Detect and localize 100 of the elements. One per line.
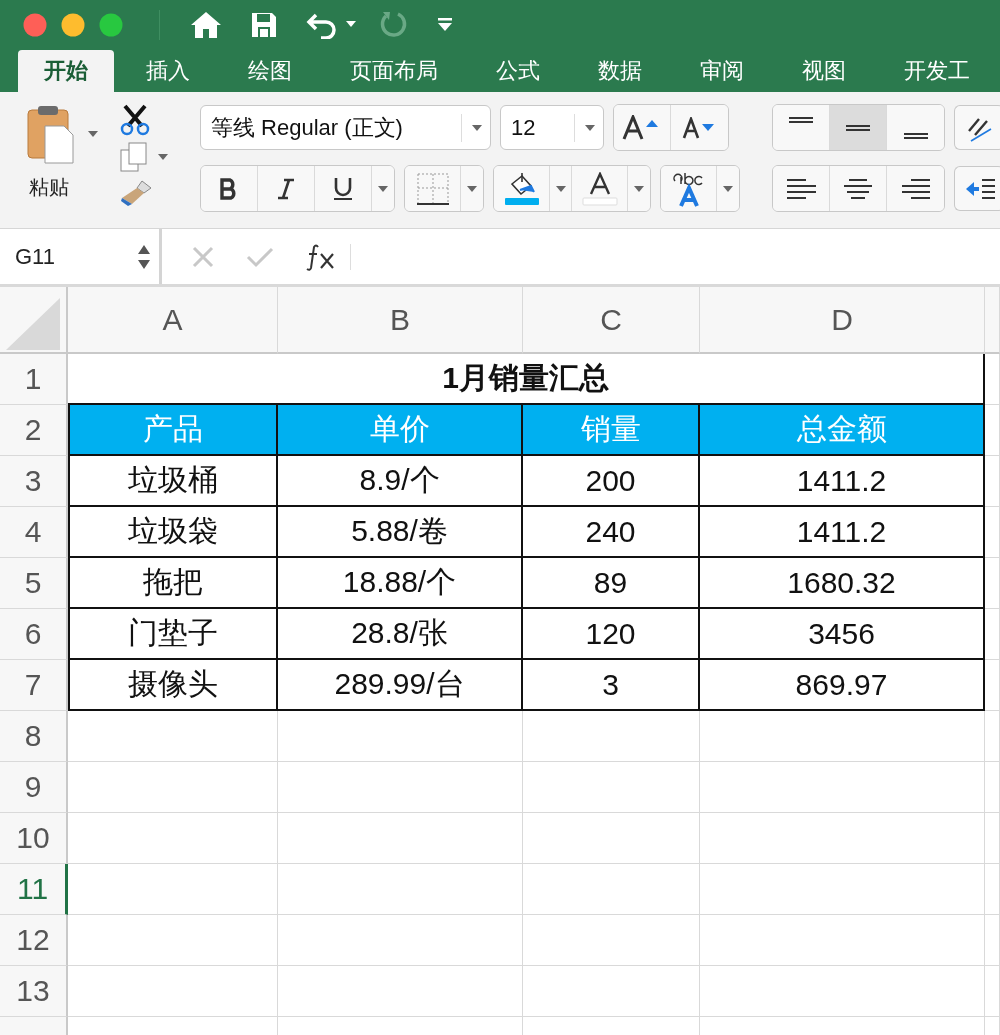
- column-heading-cell: 产品: [68, 405, 278, 456]
- empty-cell[interactable]: [700, 711, 985, 762]
- caret-icon[interactable]: [158, 153, 168, 161]
- ribbon-tab[interactable]: 审阅: [674, 50, 770, 92]
- empty-cell[interactable]: [700, 966, 985, 1017]
- ribbon-tab[interactable]: 开发工: [878, 50, 996, 92]
- fill-color-icon[interactable]: [494, 166, 550, 211]
- ribbon-tab[interactable]: 插入: [120, 50, 216, 92]
- empty-cell[interactable]: [985, 864, 1000, 915]
- table-cell: 1680.32: [700, 558, 985, 609]
- empty-cell[interactable]: [278, 864, 523, 915]
- row-header[interactable]: 9: [0, 762, 68, 813]
- row-header[interactable]: 3: [0, 456, 68, 507]
- empty-cell[interactable]: [985, 966, 1000, 1017]
- column-header[interactable]: C: [523, 287, 700, 354]
- empty-cell[interactable]: [985, 762, 1000, 813]
- name-box[interactable]: G11: [0, 229, 162, 284]
- empty-cell[interactable]: [523, 915, 700, 966]
- table-cell: 1411.2: [700, 507, 985, 558]
- paste-icon[interactable]: [26, 104, 74, 164]
- row-header[interactable]: 4: [0, 507, 68, 558]
- bold-icon[interactable]: [201, 166, 258, 211]
- caret-icon: [472, 123, 482, 132]
- minimize-window-icon[interactable]: [61, 13, 85, 37]
- row-header[interactable]: 5: [0, 558, 68, 609]
- column-header[interactable]: D: [700, 287, 985, 354]
- empty-cell[interactable]: [700, 762, 985, 813]
- save-icon[interactable]: [250, 11, 278, 39]
- align-left-icon[interactable]: [773, 166, 830, 211]
- empty-cell[interactable]: [985, 915, 1000, 966]
- column-heading-cell: 销量: [523, 405, 700, 456]
- caret-icon[interactable]: [88, 130, 98, 138]
- row-header[interactable]: 12: [0, 915, 68, 966]
- row-header[interactable]: 13: [0, 966, 68, 1017]
- middle-align-icon[interactable]: [830, 105, 887, 150]
- check-icon[interactable]: [246, 245, 274, 268]
- row-header[interactable]: 10: [0, 813, 68, 864]
- empty-cell[interactable]: [523, 762, 700, 813]
- empty-cell[interactable]: [523, 864, 700, 915]
- text-orientation-icon[interactable]: [954, 105, 1000, 150]
- empty-cell[interactable]: [985, 609, 1000, 660]
- table-cell: 1411.2: [700, 456, 985, 507]
- empty-cell[interactable]: [278, 915, 523, 966]
- row-header[interactable]: 2: [0, 405, 68, 456]
- empty-cell[interactable]: [985, 711, 1000, 762]
- decrease-indent-icon[interactable]: [954, 166, 1000, 211]
- empty-cell[interactable]: [700, 813, 985, 864]
- table-cell: 289.99/台: [278, 660, 523, 711]
- ribbon-tab[interactable]: 数据: [572, 50, 668, 92]
- ribbon-tab[interactable]: 绘图: [222, 50, 318, 92]
- empty-cell[interactable]: [700, 915, 985, 966]
- table-cell: 120: [523, 609, 700, 660]
- redo-icon[interactable]: [378, 10, 408, 40]
- column-header[interactable]: [985, 287, 1000, 354]
- empty-cell[interactable]: [278, 711, 523, 762]
- scissors-icon[interactable]: [120, 104, 150, 136]
- empty-cell[interactable]: [985, 456, 1000, 507]
- paste-label[interactable]: 粘贴: [29, 174, 69, 201]
- undo-icon[interactable]: [306, 11, 356, 39]
- empty-cell[interactable]: [985, 558, 1000, 609]
- row-header[interactable]: 7: [0, 660, 68, 711]
- table-cell: 门垫子: [68, 609, 278, 660]
- increase-font-icon[interactable]: [614, 105, 671, 150]
- empty-cell[interactable]: [985, 660, 1000, 711]
- ribbon-tab[interactable]: 开始: [18, 50, 114, 92]
- row-header[interactable]: 6: [0, 609, 68, 660]
- font-name-field[interactable]: 等线 Regular (正文): [200, 105, 491, 150]
- empty-cell[interactable]: [985, 405, 1000, 456]
- top-align-icon[interactable]: [773, 105, 830, 150]
- table-cell: 拖把: [68, 558, 278, 609]
- empty-cell[interactable]: [985, 813, 1000, 864]
- column-header[interactable]: A: [68, 287, 278, 354]
- ribbon-tab[interactable]: 公式: [470, 50, 566, 92]
- ribbon-tab[interactable]: 页面布局: [324, 50, 464, 92]
- maximize-window-icon[interactable]: [99, 13, 123, 37]
- column-heading-cell: 总金额: [700, 405, 985, 456]
- empty-cell[interactable]: [985, 507, 1000, 558]
- column-header[interactable]: B: [278, 287, 523, 354]
- font-size-field[interactable]: 12: [500, 105, 604, 150]
- row-header[interactable]: 1: [0, 354, 68, 405]
- empty-cell[interactable]: [523, 966, 700, 1017]
- empty-cell[interactable]: [700, 864, 985, 915]
- copy-icon[interactable]: [120, 142, 148, 172]
- empty-cell[interactable]: [523, 813, 700, 864]
- empty-cell[interactable]: [278, 762, 523, 813]
- format-painter-icon[interactable]: [120, 178, 154, 206]
- table-cell: 200: [523, 456, 700, 507]
- text-effects-icon[interactable]: [661, 166, 717, 211]
- ribbon-tab[interactable]: 视图: [776, 50, 872, 92]
- empty-cell[interactable]: [278, 966, 523, 1017]
- borders-icon[interactable]: [405, 166, 461, 211]
- cancel-icon[interactable]: [192, 245, 214, 268]
- insert-function-icon[interactable]: [306, 242, 336, 271]
- home-icon[interactable]: [190, 10, 222, 40]
- row-header[interactable]: 11: [0, 864, 68, 915]
- empty-cell[interactable]: [523, 711, 700, 762]
- empty-cell[interactable]: [278, 813, 523, 864]
- close-window-icon[interactable]: [23, 13, 47, 37]
- customize-toolbar-icon[interactable]: [436, 18, 454, 32]
- row-header[interactable]: 8: [0, 711, 68, 762]
